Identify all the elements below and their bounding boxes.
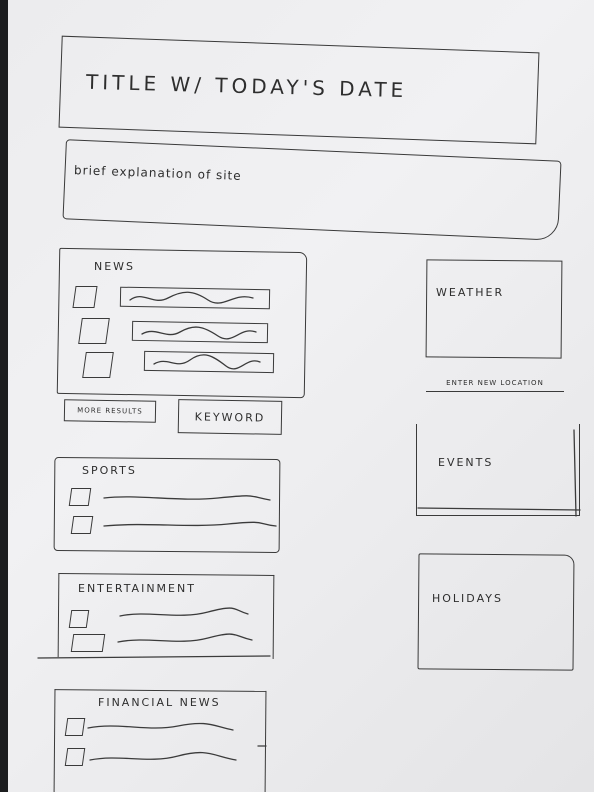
sports-line <box>103 495 271 501</box>
stray-line <box>37 655 271 659</box>
events-right-line <box>573 429 577 517</box>
news-squiggle <box>141 326 257 340</box>
events-bottom-line <box>417 507 581 511</box>
sketch-strokes <box>37 291 581 761</box>
news-squiggle <box>153 354 261 370</box>
entertainment-squiggle <box>117 633 253 643</box>
financial-squiggle <box>89 752 237 761</box>
news-squiggle <box>129 291 254 304</box>
sketch-paper: TITLE W/ TODAY'S DATE brief explanation … <box>8 0 594 792</box>
financial-squiggle <box>87 722 234 731</box>
sports-line <box>103 521 277 527</box>
entertainment-squiggle <box>119 607 249 617</box>
